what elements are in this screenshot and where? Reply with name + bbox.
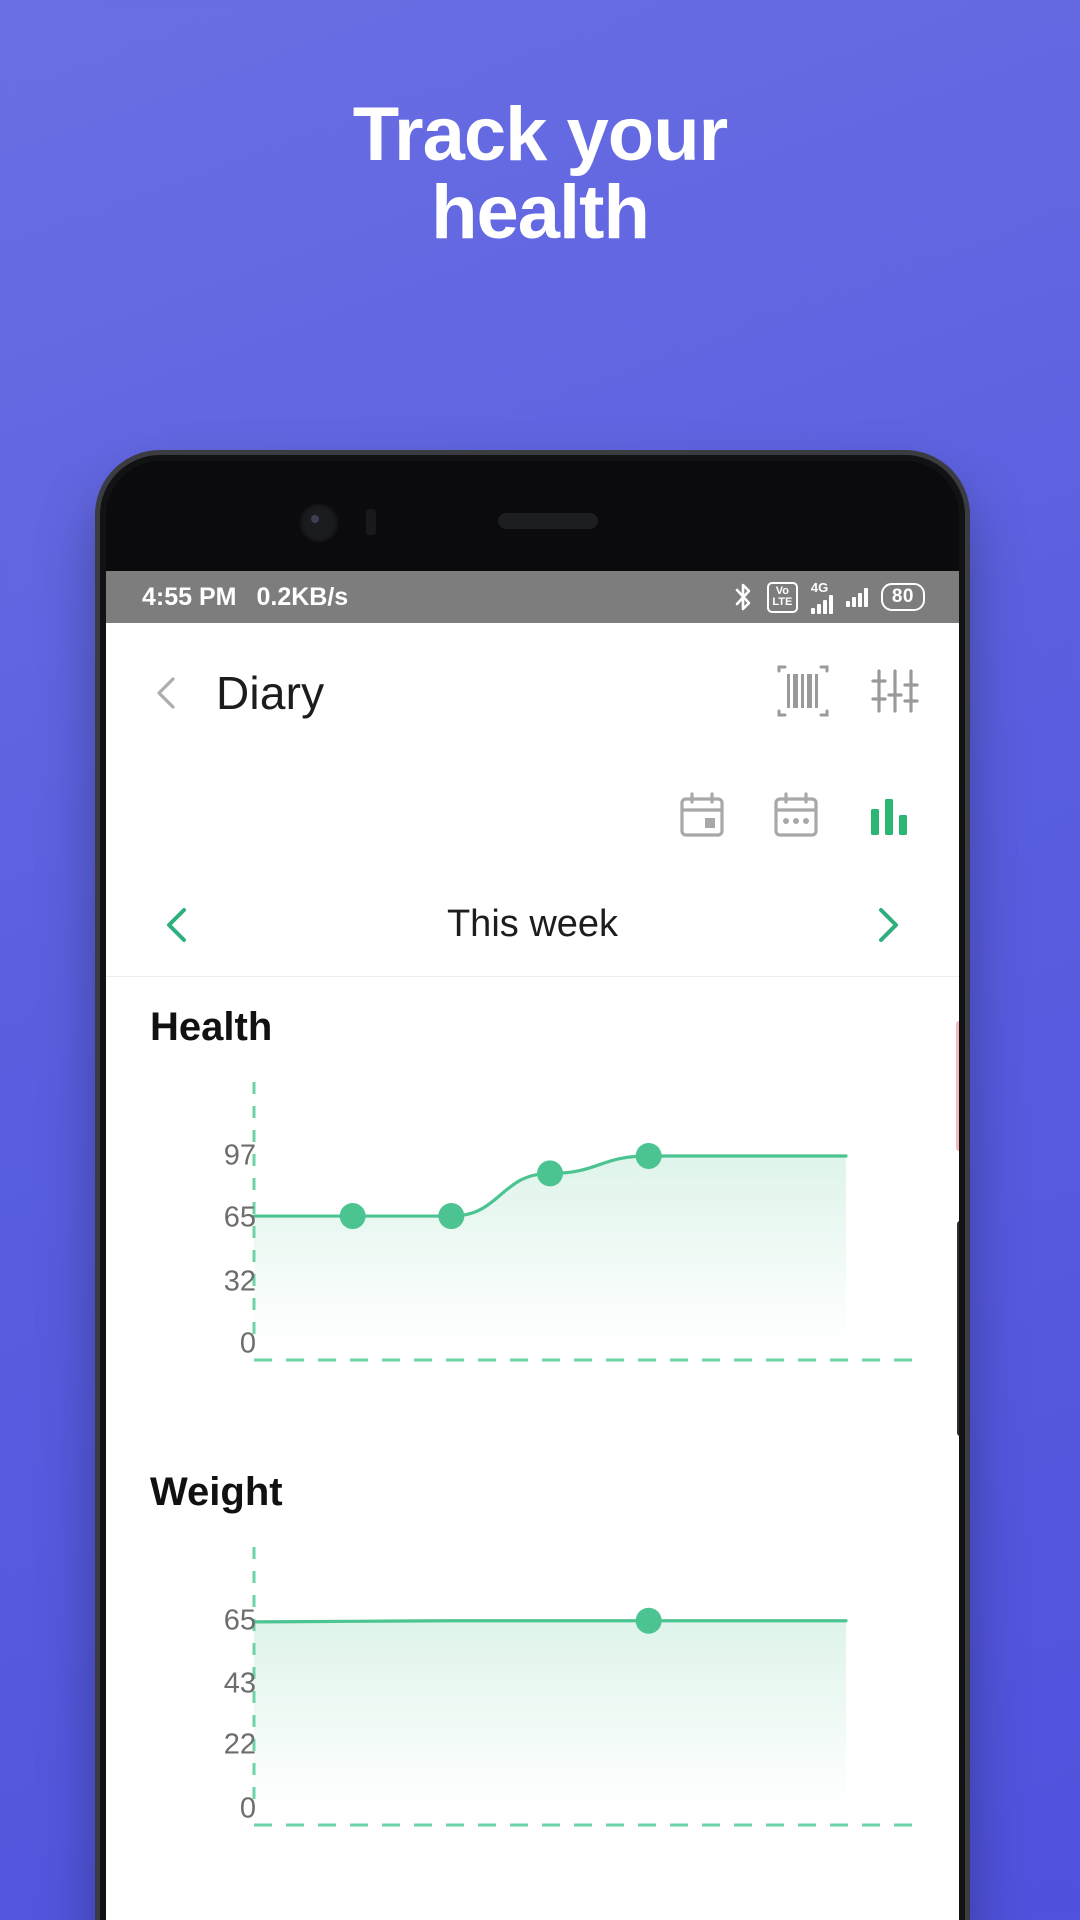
app-header: Diary (106, 623, 959, 763)
health-chart[interactable]: 97 65 32 0 (106, 1072, 959, 1382)
header-actions (775, 665, 921, 722)
network-type-label: 4G (810, 579, 829, 595)
weight-ytick-0: 0 (239, 1792, 256, 1825)
signal-bars-sim2-icon (845, 587, 868, 607)
weight-ytick-65: 65 (223, 1604, 256, 1637)
weight-chart-section: Weight 65 43 22 0 (106, 1442, 959, 1847)
volte-icon: Vo LTE (766, 581, 798, 613)
phone-notch-area (106, 461, 959, 571)
health-ytick-32: 32 (223, 1265, 256, 1298)
phone-bezel: 4:55 PM 0.2KB/s Vo LTE 4G 80 Diary This … (106, 461, 959, 1920)
period-label: This week (446, 903, 619, 945)
bluetooth-icon (732, 582, 754, 612)
volte-label-bottom: LTE (772, 596, 793, 608)
calendar-week-icon[interactable] (771, 791, 821, 846)
status-bar-left: 4:55 PM 0.2KB/s (142, 583, 348, 612)
health-y-axis: 97 65 32 0 (106, 1072, 256, 1382)
earpiece-speaker (498, 513, 598, 529)
proximity-sensor-icon (366, 509, 376, 535)
status-bar-right: Vo LTE 4G 80 (732, 581, 925, 614)
phone-mockup: 4:55 PM 0.2KB/s Vo LTE 4G 80 Diary This … (100, 455, 965, 1920)
weight-chart[interactable]: 65 43 22 0 (106, 1537, 959, 1847)
weight-ytick-43: 43 (223, 1667, 256, 1700)
weight-y-axis: 65 43 22 0 (106, 1537, 256, 1847)
prev-period-button[interactable] (152, 899, 204, 951)
health-ytick-0: 0 (239, 1327, 256, 1360)
health-chart-section: Health 97 65 32 0 (106, 977, 959, 1382)
power-button[interactable] (956, 1021, 959, 1151)
status-network-speed: 0.2KB/s (256, 582, 349, 611)
calendar-day-icon[interactable] (677, 791, 727, 846)
status-time: 4:55 PM (142, 582, 237, 611)
promo-headline: Track your health (0, 96, 1080, 251)
period-nav: This week (106, 873, 959, 977)
back-button[interactable] (144, 670, 190, 716)
volume-button[interactable] (957, 1221, 959, 1436)
next-period-button[interactable] (861, 899, 913, 951)
weight-chart-title: Weight (150, 1470, 283, 1514)
promo-headline-line2: health (431, 169, 650, 255)
filter-sliders-icon[interactable] (869, 665, 921, 722)
health-chart-title: Health (150, 1005, 273, 1049)
page-title: Diary (216, 667, 325, 719)
camera-lens-dot (311, 515, 319, 523)
signal-bars-sim1-icon (810, 594, 833, 614)
battery-indicator: 80 (880, 583, 925, 611)
barcode-scan-icon[interactable] (775, 665, 831, 722)
promo-headline-line1: Track your (352, 92, 728, 177)
front-camera-icon (299, 503, 339, 543)
phone-screen: 4:55 PM 0.2KB/s Vo LTE 4G 80 Diary This … (106, 571, 959, 1920)
health-ytick-65: 65 (223, 1201, 256, 1234)
network-type-icon: 4G (810, 579, 833, 614)
health-ytick-97: 97 (223, 1139, 256, 1172)
weight-ytick-22: 22 (223, 1728, 256, 1761)
bar-chart-icon[interactable] (865, 791, 915, 846)
view-tabs (106, 763, 959, 873)
status-bar: 4:55 PM 0.2KB/s Vo LTE 4G 80 (106, 571, 959, 623)
